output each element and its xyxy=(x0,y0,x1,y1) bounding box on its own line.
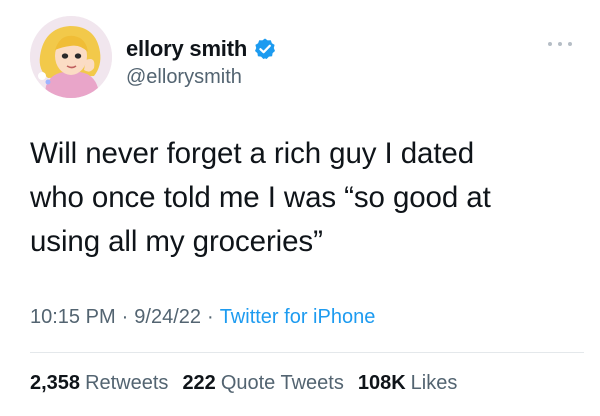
tweet: ellory smith @ellorysmith Will never for… xyxy=(0,0,600,416)
display-name[interactable]: ellory smith xyxy=(126,36,247,62)
more-options-icon[interactable] xyxy=(548,38,572,50)
tweet-stats: 2,358 Retweets 222 Quote Tweets 108K Likes xyxy=(30,372,471,395)
tweet-header: ellory smith @ellorysmith xyxy=(30,16,580,106)
stat-count: 108K xyxy=(357,372,406,394)
stat-label: Retweets xyxy=(85,372,169,394)
quote-tweets-stat[interactable]: 222 Quote Tweets xyxy=(182,372,343,395)
tweet-time[interactable]: 10:15 PM xyxy=(30,306,116,329)
likes-stat[interactable]: 108K Likes xyxy=(358,372,458,395)
stat-count: 222 xyxy=(182,372,216,394)
handle[interactable]: @ellorysmith xyxy=(126,66,277,89)
stat-count: 2,358 xyxy=(30,372,81,394)
divider xyxy=(30,352,584,353)
avatar[interactable] xyxy=(30,16,112,98)
tweet-source-link[interactable]: Twitter for iPhone xyxy=(220,306,376,329)
verified-badge-icon xyxy=(253,37,277,61)
avatar-illustration xyxy=(30,16,112,98)
tweet-text: Will never forget a rich guy I dated who… xyxy=(30,137,491,258)
tweet-date[interactable]: 9/24/22 xyxy=(134,306,201,329)
tweet-meta: 10:15 PM · 9/24/22 · Twitter for iPhone xyxy=(30,306,375,329)
stat-label: Likes xyxy=(410,372,458,394)
author-names: ellory smith @ellorysmith xyxy=(126,36,277,89)
retweets-stat[interactable]: 2,358 Retweets xyxy=(30,372,168,395)
stat-label: Quote Tweets xyxy=(220,372,344,394)
meta-separator: · xyxy=(207,306,214,328)
display-name-row: ellory smith xyxy=(126,36,277,62)
meta-separator: · xyxy=(121,306,129,328)
